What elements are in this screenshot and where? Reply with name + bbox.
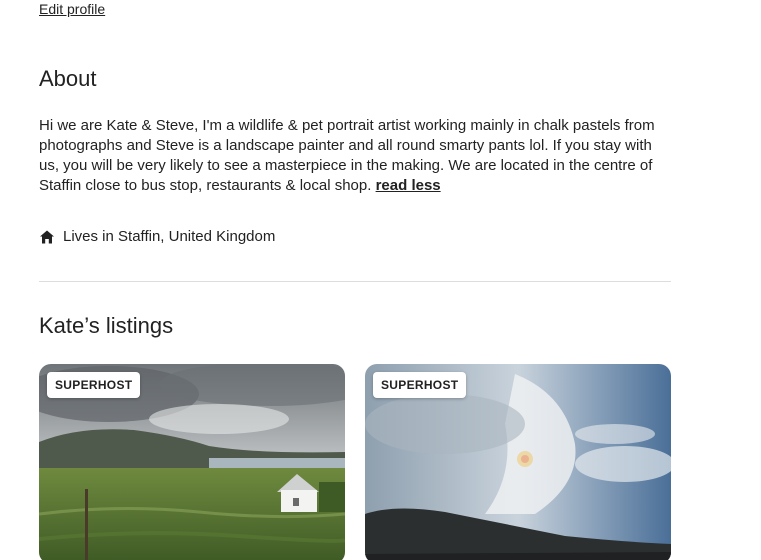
lives-in-row: Lives in Staffin, United Kingdom: [39, 228, 275, 245]
listing-card[interactable]: SUPERHOST: [365, 364, 671, 560]
superhost-badge: SUPERHOST: [373, 372, 467, 398]
about-bio-text: Hi we are Kate & Steve, I'm a wildlife &…: [39, 117, 655, 194]
host-profile-page: Edit profile About Hi we are Kate & Stev…: [0, 0, 761, 560]
listing-card[interactable]: SUPERHOST: [39, 364, 345, 560]
about-heading: About: [39, 66, 97, 91]
section-divider: [39, 281, 671, 282]
about-bio: Hi we are Kate & Steve, I'm a wildlife &…: [39, 116, 675, 196]
lives-in-text: Lives in Staffin, United Kingdom: [63, 228, 276, 245]
listings-heading: Kate’s listings: [39, 313, 174, 338]
home-icon: [39, 229, 55, 245]
edit-profile-link[interactable]: Edit profile: [39, 1, 105, 17]
superhost-badge: SUPERHOST: [47, 372, 141, 398]
read-less-link[interactable]: read less: [376, 177, 441, 194]
